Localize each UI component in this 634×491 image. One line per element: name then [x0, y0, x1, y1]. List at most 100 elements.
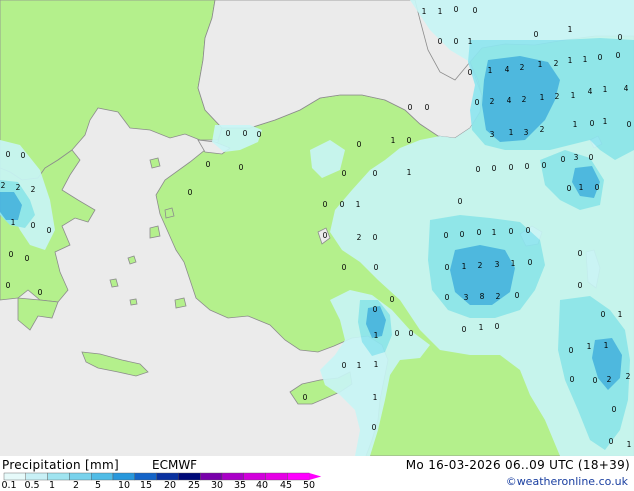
precip-value-label: 0	[627, 120, 632, 129]
precip-value-label: 0	[239, 163, 244, 172]
precip-value-label: 1	[583, 55, 588, 64]
precip-value-label: 2	[31, 185, 36, 194]
legend-tick-label: 50	[302, 480, 316, 491]
precip-value-label: 3	[524, 128, 529, 137]
land-island-4	[127, 255, 137, 265]
legend-arrow-tip	[309, 473, 322, 480]
precip-value-label: 0	[570, 375, 575, 384]
precip-value-label: 1	[540, 93, 545, 102]
legend-tick-label: 1	[48, 480, 56, 491]
precip-value-label: 1	[604, 341, 609, 350]
precip-value-label: 0	[226, 129, 231, 138]
legend-swatch	[90, 472, 114, 481]
map-title: Precipitation [mm]	[2, 458, 119, 472]
land-island-6	[174, 297, 187, 309]
land-island-3	[149, 225, 161, 239]
legend-tick-label: 10	[117, 480, 131, 491]
precip-value-label: 1	[538, 60, 543, 69]
precip-value-label: 1	[357, 361, 362, 370]
precip-value-label: 0	[372, 423, 377, 432]
legend-swatch	[25, 472, 48, 481]
precip-value-label: 0	[395, 329, 400, 338]
precip-value-label: 0	[38, 288, 43, 297]
precip-value-label: 4	[624, 84, 629, 93]
precip-value-label: 0	[445, 293, 450, 302]
precip-value-label: 0	[454, 5, 459, 14]
precip-value-label: 0	[509, 163, 514, 172]
precip-value-label: 1	[571, 91, 576, 100]
legend-swatch	[156, 472, 179, 481]
precip-value-label: 0	[612, 405, 617, 414]
precip-value-label: 1	[587, 342, 592, 351]
legend-tick-label: 35	[233, 480, 247, 491]
precip-value-label: 0	[515, 291, 520, 300]
precip-value-label: 0	[6, 150, 11, 159]
precip-value-label: 0	[444, 231, 449, 240]
precip-value-label: 1	[627, 440, 632, 449]
precip-value-label: 4	[505, 65, 510, 74]
precip-value-label: 1	[391, 136, 396, 145]
precip-value-label: 2	[555, 92, 560, 101]
legend-swatch	[47, 472, 70, 481]
legend-tick-label: 5	[94, 480, 102, 491]
precip-value-label: 0	[609, 437, 614, 446]
precip-value-label: 0	[616, 51, 621, 60]
precip-value-label: 1	[356, 200, 361, 209]
precip-value-label: 1	[373, 393, 378, 402]
land-island-2	[164, 207, 175, 219]
legend-swatch	[221, 472, 244, 481]
precip-value-label: 1	[374, 331, 379, 340]
precip-value-label: 0	[578, 281, 583, 290]
legend-swatch	[178, 472, 201, 481]
legend-swatch	[134, 472, 157, 481]
precip-value-label: 0	[477, 228, 482, 237]
precip-value-label: 0	[373, 233, 378, 242]
precip-value-label: 0	[438, 37, 443, 46]
precip-value-label: 0	[495, 322, 500, 331]
precip-value-label: 1	[462, 262, 467, 271]
precip-value-label: 0	[460, 230, 465, 239]
legend-tick-label: 30	[210, 480, 224, 491]
precip-value-label: 0	[323, 200, 328, 209]
legend-swatch	[287, 472, 310, 481]
legend-tick-label: 20	[163, 480, 177, 491]
precip-value-label: 1	[509, 128, 514, 137]
precip-value-label: 0	[473, 6, 478, 15]
precip-value-label: 4	[588, 87, 593, 96]
legend-swatch	[112, 472, 135, 481]
precipitation-map: 1 1 0 0 0 0 1 0 1 0 1 4 2 1 2 1 1 0 0 0 0 2 4 2 1 2 1 4 1 4 3 1 3 2 1 0 1 0 0 0…	[0, 0, 634, 456]
precip-value-label: 3	[495, 260, 500, 269]
precip-value-label: 0	[9, 250, 14, 259]
precip-value-label: 1	[573, 120, 578, 129]
precip-value-label: 3	[464, 293, 469, 302]
precip-value-label: 0	[31, 221, 36, 230]
precip-value-label: 0	[303, 393, 308, 402]
precip-value-label: 0	[47, 226, 52, 235]
precip-value-label: 1	[511, 259, 516, 268]
precip-value-label: 1	[374, 360, 379, 369]
precip-value-label: 0	[409, 329, 414, 338]
precip-value-label: 2	[607, 375, 612, 384]
precip-value-label: 0	[567, 184, 572, 193]
precip-value-label: 1	[492, 228, 497, 237]
legend-tick-label: 0.5	[24, 480, 40, 491]
precip-value-label: 0	[578, 249, 583, 258]
precip-value-label: 1	[618, 310, 623, 319]
precip-value-label: 0	[569, 346, 574, 355]
valid-time: Mo 16-03-2026 06..09 UTC (18+39)	[405, 458, 630, 472]
precip-value-label: 0	[25, 254, 30, 263]
precip-value-label: 1	[11, 218, 16, 227]
precip-value-label: 0	[340, 200, 345, 209]
precip-value-label: 2	[540, 125, 545, 134]
land-island-1	[149, 157, 161, 169]
site-credit[interactable]: ©weatheronline.co.uk	[506, 475, 628, 488]
precip-value-label: 0	[561, 155, 566, 164]
precip-value-label: 2	[496, 292, 501, 301]
precip-value-label: 0	[476, 165, 481, 174]
precip-value-label: 2	[522, 95, 527, 104]
precip-value-label: 0	[492, 164, 497, 173]
precip-value-label: 0	[243, 129, 248, 138]
legend-tick-label: 15	[139, 480, 153, 491]
legend-tick-label: 40	[255, 480, 269, 491]
precip-value-label: 8	[480, 292, 485, 301]
